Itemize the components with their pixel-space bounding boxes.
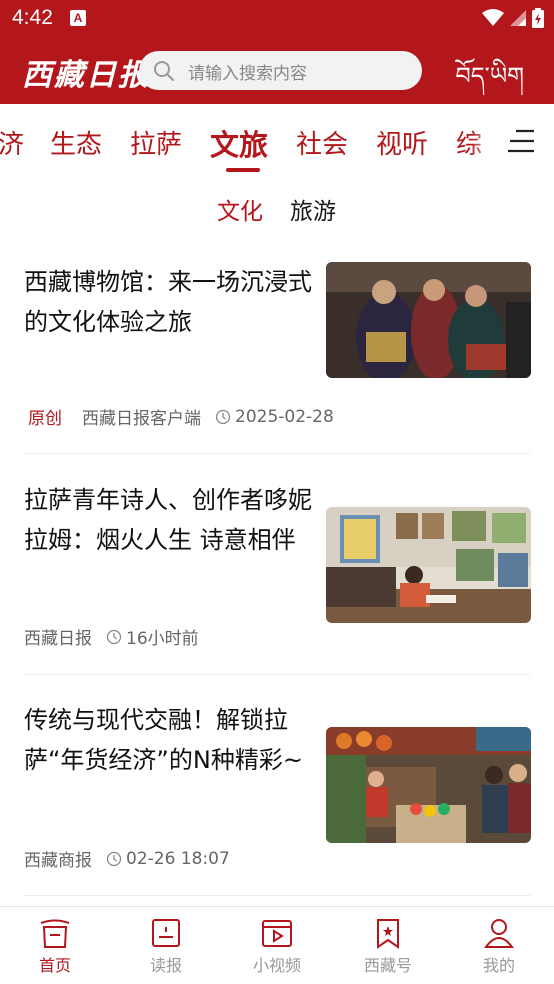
market-photo (326, 727, 531, 843)
clock-icon (106, 629, 122, 644)
app-logo[interactable]: 西藏日报 (22, 50, 150, 94)
search-bar[interactable]: 请输入搜索内容 (139, 51, 422, 90)
nav-label: 小视频 (252, 956, 301, 975)
nav-video[interactable]: 小视频 (222, 917, 332, 976)
tab-society[interactable]: 社会 (296, 124, 348, 161)
subtab-culture[interactable]: 文化 (217, 192, 263, 226)
nav-label: 读报 (149, 956, 182, 975)
menu-icon[interactable] (506, 128, 536, 154)
article-time: 2025-02-28 (235, 406, 334, 427)
divider (24, 674, 530, 675)
article-thumbnail[interactable] (326, 727, 531, 843)
article-title[interactable]: 传统与现代交融！解锁拉萨“年货经济”的N种精彩~ (24, 700, 316, 780)
article-title[interactable]: 西藏博物馆：来一场沉浸式的文化体验之旅 (24, 262, 316, 342)
search-placeholder: 请输入搜索内容 (188, 64, 307, 84)
article-title[interactable]: 拉萨青年诗人、创作者哆妮拉姆：烟火人生 诗意相伴 (24, 480, 316, 560)
wifi-icon (482, 9, 504, 26)
status-bar: 4:42 A (0, 0, 554, 36)
tabs-fade (470, 114, 500, 170)
system-icons (482, 8, 544, 28)
tab-culture-tourism[interactable]: 文旅 (210, 122, 268, 164)
article-source: 西藏商报 (24, 851, 92, 871)
category-tabs: 济 生态 拉萨 文旅 社会 视听 综 (0, 104, 554, 180)
clock-icon (215, 409, 231, 424)
poet-photo (326, 507, 531, 623)
nav-profile[interactable]: 我的 (444, 917, 554, 976)
bottom-navigation: 首页 读报 小视频 西藏号 我的 (0, 906, 554, 984)
article-meta: 西藏商报 02-26 18:07 (24, 846, 230, 872)
article-source: 西藏日报 (24, 629, 92, 649)
home-icon (40, 919, 70, 948)
nav-newspaper[interactable]: 读报 (111, 917, 221, 976)
nav-label: 我的 (482, 956, 515, 975)
battery-icon (532, 8, 544, 28)
newspaper-icon (152, 919, 180, 947)
article-thumbnail[interactable] (326, 262, 531, 378)
article-source: 西藏日报客户端 (82, 409, 201, 429)
tab-ecology[interactable]: 生态 (50, 124, 102, 161)
divider (24, 453, 530, 454)
clock-icon (106, 851, 122, 866)
nav-home[interactable]: 首页 (0, 917, 110, 976)
tab-audiovisual[interactable]: 视听 (376, 124, 428, 161)
article-time: 16小时前 (126, 629, 199, 649)
user-icon (484, 919, 514, 948)
active-tab-indicator (226, 168, 260, 172)
subtab-tourism[interactable]: 旅游 (290, 192, 336, 226)
museum-photo (326, 262, 531, 378)
video-icon (262, 920, 292, 947)
app-header: 4:42 A 西藏日报 请输入搜索内容 བོད་ཡིག (0, 0, 554, 104)
notification-icon: A (70, 10, 86, 26)
original-badge: 原创 (28, 409, 62, 429)
divider (24, 895, 530, 896)
signal-icon (510, 10, 526, 26)
article-meta: 原创 西藏日报客户端 2025-02-28 (24, 404, 334, 430)
nav-label: 西藏号 (363, 956, 412, 975)
tab-economy[interactable]: 济 (0, 124, 24, 161)
article-meta: 西藏日报 16小时前 (24, 624, 199, 649)
tab-lhasa[interactable]: 拉萨 (130, 124, 182, 161)
nav-tibet-account[interactable]: 西藏号 (333, 917, 443, 976)
article-time: 02-26 18:07 (126, 848, 230, 869)
bookmark-icon (377, 919, 399, 949)
search-icon (154, 61, 174, 81)
article-thumbnail[interactable] (326, 507, 531, 623)
sub-tabs: 文化 旅游 (0, 186, 554, 230)
status-time: 4:42 (12, 6, 53, 29)
nav-label: 首页 (38, 956, 71, 975)
